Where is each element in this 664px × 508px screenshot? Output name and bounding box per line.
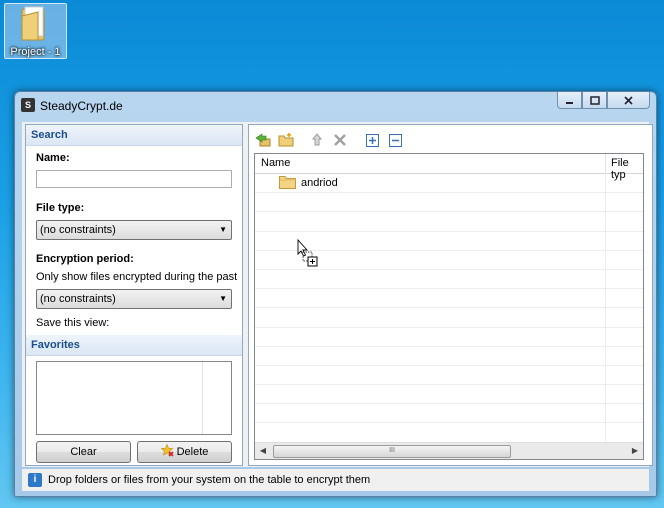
folder-icon	[279, 176, 296, 189]
move-up-icon	[311, 133, 322, 146]
app-window: S SteadyCrypt.de Search Name: File type:…	[14, 91, 657, 497]
file-name: andriod	[301, 177, 338, 189]
collapse-all-icon	[389, 133, 402, 147]
file-panel: Name File typ andriod ◀ III ▶	[248, 124, 653, 466]
file-type-select[interactable]: (no constraints) ▼	[36, 220, 232, 240]
file-toolbar	[254, 129, 404, 151]
column-header-name[interactable]: Name	[261, 157, 290, 169]
scroll-right-icon[interactable]: ▶	[627, 443, 643, 459]
close-button[interactable]	[607, 92, 650, 109]
list-divider	[202, 362, 203, 434]
collapse-all-button[interactable]	[387, 132, 404, 149]
save-view-label: Save this view:	[36, 317, 110, 329]
drag-cursor-icon	[297, 239, 318, 267]
table-row	[255, 308, 643, 328]
table-row	[255, 385, 643, 405]
star-delete-icon	[160, 443, 174, 457]
move-up-button[interactable]	[308, 132, 325, 149]
window-title: SteadyCrypt.de	[40, 99, 123, 113]
favorites-list[interactable]	[36, 361, 232, 435]
table-rows: andriod	[255, 173, 643, 443]
horizontal-scrollbar[interactable]: ◀ III ▶	[255, 442, 643, 459]
add-files-button[interactable]	[254, 132, 271, 149]
expand-all-button[interactable]	[364, 132, 381, 149]
minimize-icon	[566, 101, 573, 104]
table-row	[255, 423, 643, 443]
table-row	[255, 347, 643, 366]
folder-icon	[21, 6, 45, 41]
table-header: Name File typ	[255, 154, 643, 181]
encryption-period-label: Encryption period:	[36, 253, 134, 265]
chevron-down-icon: ▼	[219, 294, 227, 303]
encryption-period-select[interactable]: (no constraints) ▼	[36, 289, 232, 309]
file-type-value: (no constraints)	[40, 224, 116, 236]
scroll-thumb[interactable]: III	[273, 445, 511, 458]
app-icon: S	[21, 98, 35, 112]
delete-button-label: Delete	[176, 446, 209, 458]
status-text: Drop folders or files from your system o…	[48, 474, 371, 486]
expand-all-icon	[366, 133, 379, 147]
search-panel: Search Name: File type: (no constraints)…	[25, 124, 243, 466]
new-folder-icon	[278, 133, 293, 147]
table-row	[255, 212, 643, 232]
chevron-down-icon: ▼	[219, 225, 227, 234]
name-label: Name:	[36, 152, 70, 164]
file-type-label: File type:	[36, 202, 85, 214]
desktop-icon-project[interactable]: Project - 1	[4, 3, 67, 59]
table-row	[255, 366, 643, 386]
search-header: Search	[26, 125, 242, 146]
status-bar: i Drop folders or files from your system…	[22, 469, 649, 491]
maximize-icon	[589, 95, 600, 105]
delete-button[interactable]: Delete	[137, 441, 232, 463]
clear-button-label: Clear	[70, 446, 97, 458]
table-row	[255, 289, 643, 309]
title-bar[interactable]: S SteadyCrypt.de	[15, 92, 656, 120]
table-row	[255, 270, 643, 290]
maximize-button[interactable]	[582, 92, 607, 109]
add-files-icon	[254, 133, 270, 147]
scroll-left-icon[interactable]: ◀	[255, 443, 271, 459]
minimize-button[interactable]	[557, 92, 582, 109]
file-table[interactable]: Name File typ andriod ◀ III ▶	[254, 153, 644, 460]
clear-button[interactable]: Clear	[36, 441, 131, 463]
encryption-period-value: (no constraints)	[40, 293, 116, 305]
table-row[interactable]: andriod	[255, 174, 643, 194]
encryption-hint: Only show files encrypted during the pas…	[36, 271, 238, 283]
delete-button-toolbar[interactable]	[331, 132, 348, 149]
name-input[interactable]	[36, 170, 232, 188]
desktop-icon-label: Project - 1	[10, 46, 61, 58]
table-row	[255, 328, 643, 347]
close-icon	[624, 95, 633, 105]
table-row	[255, 404, 643, 424]
delete-icon	[333, 134, 346, 146]
table-row	[255, 193, 643, 213]
info-icon: i	[28, 473, 42, 487]
client-area: Search Name: File type: (no constraints)…	[22, 122, 653, 467]
favorites-header: Favorites	[26, 335, 242, 356]
new-folder-button[interactable]	[277, 132, 294, 149]
